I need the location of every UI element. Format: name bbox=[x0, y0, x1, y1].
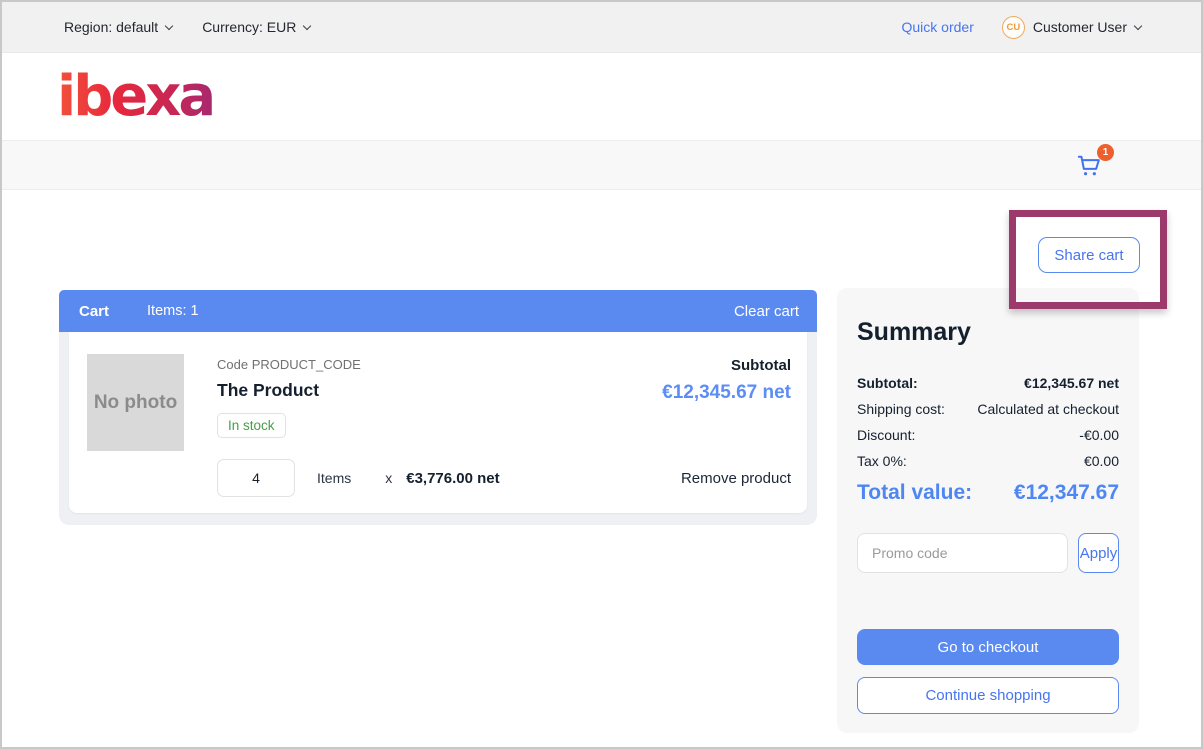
quantity-input[interactable] bbox=[217, 459, 295, 497]
quick-order-link[interactable]: Quick order bbox=[902, 19, 974, 35]
product-code: Code PRODUCT_CODE bbox=[217, 357, 662, 372]
summary-row-discount: Discount: -€0.00 bbox=[857, 427, 1119, 443]
user-menu[interactable]: CU Customer User bbox=[1002, 16, 1141, 39]
region-label: Region: default bbox=[64, 19, 158, 35]
logo-section: ibexa bbox=[2, 53, 1201, 140]
clear-cart-link[interactable]: Clear cart bbox=[734, 303, 799, 320]
summary-row-label: Shipping cost: bbox=[857, 401, 945, 417]
cart-body: No photo Code PRODUCT_CODE The Product I… bbox=[59, 332, 817, 525]
avatar: CU bbox=[1002, 16, 1025, 39]
chevron-down-icon bbox=[303, 21, 311, 29]
cart-panel: Cart Items: 1 Clear cart No photo Code P… bbox=[59, 290, 817, 525]
top-bar-right: Quick order CU Customer User bbox=[902, 16, 1142, 39]
continue-shopping-button[interactable]: Continue shopping bbox=[857, 677, 1119, 714]
cart-count-badge: 1 bbox=[1097, 144, 1114, 161]
currency-selector[interactable]: Currency: EUR bbox=[202, 19, 310, 35]
chevron-down-icon bbox=[165, 21, 173, 29]
product-name: The Product bbox=[217, 380, 662, 401]
summary-row-value: €0.00 bbox=[1084, 453, 1119, 469]
ibexa-logo[interactable]: ibexa bbox=[57, 69, 213, 125]
summary-row-label: Discount: bbox=[857, 427, 915, 443]
total-value-row: Total value: €12,347.67 bbox=[857, 481, 1119, 505]
promo-row: Apply bbox=[857, 533, 1119, 573]
cart-header: Cart Items: 1 Clear cart bbox=[59, 290, 817, 332]
cart-button[interactable]: 1 bbox=[1076, 152, 1104, 180]
summary-title: Summary bbox=[857, 318, 1119, 347]
user-name: Customer User bbox=[1033, 19, 1127, 35]
summary-row-tax: Tax 0%: €0.00 bbox=[857, 453, 1119, 469]
quantity-row: Items x €3,776.00 net Remove product bbox=[217, 459, 791, 497]
main-content: Share cart Cart Items: 1 Clear cart No p… bbox=[2, 190, 1201, 747]
storefront-page: Region: default Currency: EUR Quick orde… bbox=[0, 0, 1203, 749]
product-photo-placeholder: No photo bbox=[87, 354, 184, 451]
summary-row-subtotal: Subtotal: €12,345.67 net bbox=[857, 375, 1119, 391]
product-top-row: No photo Code PRODUCT_CODE The Product I… bbox=[87, 354, 791, 451]
items-unit-label: Items bbox=[317, 470, 351, 486]
product-subtotal: Subtotal €12,345.67 net bbox=[662, 354, 791, 451]
cart-line-item: No photo Code PRODUCT_CODE The Product I… bbox=[69, 332, 807, 513]
cart-icon bbox=[1076, 166, 1103, 183]
currency-label: Currency: EUR bbox=[202, 19, 296, 35]
product-info: Code PRODUCT_CODE The Product In stock bbox=[217, 354, 662, 451]
unit-price: €3,776.00 net bbox=[406, 470, 499, 487]
stock-badge: In stock bbox=[217, 413, 286, 438]
summary-row-value: Calculated at checkout bbox=[977, 401, 1119, 417]
summary-panel: Summary Subtotal: €12,345.67 net Shippin… bbox=[837, 288, 1139, 733]
summary-row-value: -€0.00 bbox=[1079, 427, 1119, 443]
promo-code-input[interactable] bbox=[857, 533, 1068, 573]
cart-items-count: Items: 1 bbox=[147, 303, 199, 319]
cart-title: Cart bbox=[79, 303, 109, 320]
summary-row-shipping: Shipping cost: Calculated at checkout bbox=[857, 401, 1119, 417]
top-bar: Region: default Currency: EUR Quick orde… bbox=[2, 2, 1201, 53]
total-label: Total value: bbox=[857, 481, 972, 505]
chevron-down-icon bbox=[1134, 21, 1142, 29]
summary-row-value: €12,345.67 net bbox=[1024, 375, 1119, 391]
apply-promo-button[interactable]: Apply bbox=[1078, 533, 1119, 573]
remove-product-link[interactable]: Remove product bbox=[681, 470, 791, 487]
multiply-symbol: x bbox=[385, 470, 392, 486]
go-to-checkout-button[interactable]: Go to checkout bbox=[857, 629, 1119, 665]
summary-row-label: Subtotal: bbox=[857, 375, 918, 391]
summary-row-label: Tax 0%: bbox=[857, 453, 907, 469]
share-cart-button[interactable]: Share cart bbox=[1038, 237, 1140, 273]
total-value: €12,347.67 bbox=[1014, 481, 1119, 505]
region-selector[interactable]: Region: default bbox=[64, 19, 172, 35]
subtotal-label: Subtotal bbox=[662, 357, 791, 374]
subtotal-value: €12,345.67 net bbox=[662, 382, 791, 404]
nav-bar: 1 bbox=[2, 140, 1201, 190]
